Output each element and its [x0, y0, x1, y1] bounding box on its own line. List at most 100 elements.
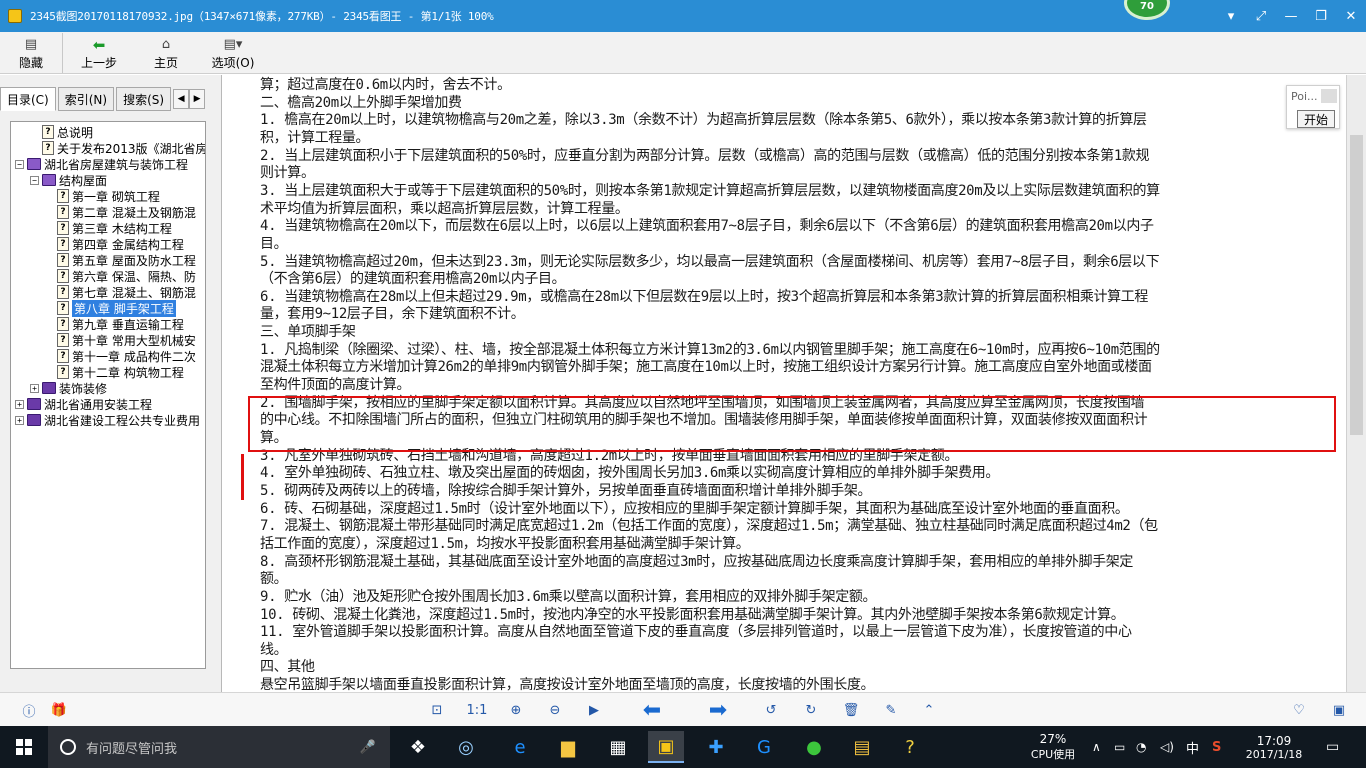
document-line: 算；超过高度在0.6m以内时，舍去不计。: [260, 77, 511, 93]
green-app-icon[interactable]: ●: [796, 731, 832, 763]
tree-item[interactable]: ? 第七章 混凝土、钢筋混: [45, 284, 196, 300]
back-button[interactable]: ⬅ 上一步: [63, 32, 135, 74]
tab-contents[interactable]: 目录(C): [0, 87, 56, 111]
document-line: 线。: [260, 641, 288, 658]
tray-chevron-icon[interactable]: ∧: [1092, 726, 1101, 768]
tree-item[interactable]: ? 第一章 砌筑工程: [45, 188, 160, 204]
tree-item[interactable]: ? 第十章 常用大型机械安: [45, 332, 196, 348]
tree-item[interactable]: ? 第三章 木结构工程: [45, 220, 172, 236]
tree-item-label: 湖北省通用安装工程: [44, 397, 153, 412]
edge-icon[interactable]: e: [502, 731, 538, 763]
tree-item[interactable]: − 湖北省房屋建筑与装饰工程: [15, 156, 188, 172]
actual-size-icon[interactable]: 1:1: [466, 699, 488, 721]
image-viewer-icon[interactable]: ▣: [648, 731, 684, 763]
tree-item-label: 湖北省建设工程公共专业费用: [44, 413, 201, 428]
rotate-left-icon[interactable]: ↺: [760, 699, 782, 721]
next-icon[interactable]: ➡: [698, 698, 738, 723]
home-button[interactable]: ⌂ 主页: [135, 32, 197, 74]
restore-button[interactable]: ❐: [1306, 0, 1336, 32]
info-icon[interactable]: ⓘ: [18, 699, 40, 721]
network-icon[interactable]: ◔: [1136, 726, 1146, 768]
hide-icon: ▤: [24, 37, 38, 52]
delete-icon[interactable]: 🗑: [840, 699, 862, 721]
edit-icon[interactable]: ✎: [880, 699, 902, 721]
expand-toggle-icon[interactable]: −: [30, 175, 39, 185]
document-line: 目。: [260, 235, 288, 252]
microphone-icon[interactable]: 🎤: [360, 740, 376, 755]
fullscreen-icon[interactable]: ⤢: [1246, 0, 1276, 32]
book-icon: [42, 382, 56, 394]
fit-icon[interactable]: ⊡: [426, 699, 448, 721]
ime-indicator[interactable]: 中: [1186, 726, 1199, 768]
options-button[interactable]: ▤▾ 选项(O): [197, 32, 269, 74]
expand-toggle-icon[interactable]: +: [15, 415, 24, 425]
rotate-right-icon[interactable]: ↻: [800, 699, 822, 721]
pinwheel-icon[interactable]: ✚: [698, 731, 734, 763]
tree-item[interactable]: − 结构屋面: [30, 172, 107, 188]
notes-app-icon[interactable]: ▤: [844, 731, 880, 763]
start-button[interactable]: [0, 726, 48, 768]
tab-index[interactable]: 索引(N): [57, 87, 115, 111]
vertical-scrollbar[interactable]: [1346, 75, 1366, 692]
prev-icon[interactable]: ⬅: [632, 698, 672, 723]
sogou-icon[interactable]: S: [1212, 726, 1221, 768]
volume-icon[interactable]: ◁): [1160, 726, 1174, 768]
slideshow-icon[interactable]: ▶: [583, 699, 605, 721]
book-icon: [42, 174, 56, 186]
tree-item[interactable]: + 湖北省通用安装工程: [15, 396, 152, 412]
clock[interactable]: 17:09 2017/1/18: [1244, 726, 1304, 768]
zoom-out-icon[interactable]: ⊖: [544, 699, 566, 721]
tree-item-label: 第五章 屋面及防水工程: [72, 253, 196, 268]
dropdown-icon[interactable]: ▾: [1216, 0, 1246, 32]
store-icon[interactable]: ▦: [600, 731, 636, 763]
zoom-in-icon[interactable]: ⊕: [505, 699, 527, 721]
tree-item[interactable]: ? 关于发布2013版《湖北省房屋: [30, 140, 205, 156]
hide-button[interactable]: ▤ 隐藏: [0, 32, 62, 74]
tray-app-icon[interactable]: ▭: [1114, 726, 1125, 768]
tree-item[interactable]: ? 第九章 垂直运输工程: [45, 316, 184, 332]
g-app-icon[interactable]: G: [746, 731, 782, 763]
tree-item[interactable]: + 装饰装修: [30, 380, 107, 396]
help-page-icon: ?: [57, 253, 69, 267]
tab-scroll-left-icon[interactable]: ◀: [173, 89, 190, 109]
tree-item-label: 装饰装修: [59, 381, 108, 396]
folder-icon[interactable]: ▆: [550, 731, 586, 763]
cpu-percent: 27%: [1039, 732, 1067, 746]
tree-item-label: 第七章 混凝土、钢筋混: [72, 285, 196, 300]
minimize-button[interactable]: —: [1276, 0, 1306, 32]
browser-360-icon[interactable]: ◎: [448, 731, 484, 763]
more-icon[interactable]: ▣: [1328, 699, 1350, 721]
cpu-label: CPU使用: [1030, 748, 1076, 761]
cortana-search[interactable]: 有问题尽管问我 🎤: [48, 726, 390, 768]
tree-item[interactable]: ? 第八章 脚手架工程: [45, 299, 176, 317]
tab-scroll-right-icon[interactable]: ▶: [189, 89, 206, 109]
close-button[interactable]: ✕: [1336, 0, 1366, 32]
tree-item[interactable]: ? 第二章 混凝土及钢筋混: [45, 204, 196, 220]
tree-item[interactable]: ? 第十一章 成品构件二次: [45, 348, 196, 364]
tab-search[interactable]: 搜索(S): [116, 87, 172, 111]
heart-icon[interactable]: ♡: [1288, 699, 1310, 721]
help-app-icon[interactable]: ?: [892, 731, 928, 763]
expand-toggle-icon[interactable]: +: [30, 383, 39, 393]
expand-toggle-icon[interactable]: −: [15, 159, 24, 169]
task-view-icon[interactable]: ❖: [400, 731, 436, 763]
options-icon: ▤▾: [223, 37, 243, 52]
popup-close[interactable]: [1321, 89, 1337, 103]
tree-item[interactable]: ? 第五章 屋面及防水工程: [45, 252, 196, 268]
tree-item[interactable]: ? 第六章 保温、隔热、防: [45, 268, 196, 284]
tree-item[interactable]: ? 第四章 金属结构工程: [45, 236, 184, 252]
document-line: 量，套用9~12层子目，余下建筑面积不计。: [260, 306, 525, 323]
gift-icon[interactable]: 🎁: [48, 699, 70, 721]
nav-tabs: 目录(C) 索引(N) 搜索(S) ◀ ▶: [0, 87, 206, 111]
cpu-monitor[interactable]: 27% CPU使用: [1030, 726, 1076, 768]
tree-item[interactable]: ? 第十二章 构筑物工程: [45, 364, 184, 380]
up-icon[interactable]: ⌃: [918, 699, 940, 721]
scrollbar-thumb[interactable]: [1350, 135, 1363, 435]
score-badge[interactable]: 70: [1124, 0, 1170, 20]
expand-toggle-icon[interactable]: +: [15, 399, 24, 409]
tree-item[interactable]: + 湖北省建设工程公共专业费用: [15, 412, 200, 428]
tree-item[interactable]: ? 总说明: [30, 124, 93, 140]
start-button[interactable]: 开始: [1297, 110, 1335, 128]
viewer-toolbar: ⓘ 🎁 ⊡ 1:1 ⊕ ⊖ ▶ ⬅ ➡ ↺ ↻ 🗑 ✎ ⌃ ♡ ▣: [0, 692, 1366, 726]
notification-icon[interactable]: ▭: [1326, 726, 1339, 768]
